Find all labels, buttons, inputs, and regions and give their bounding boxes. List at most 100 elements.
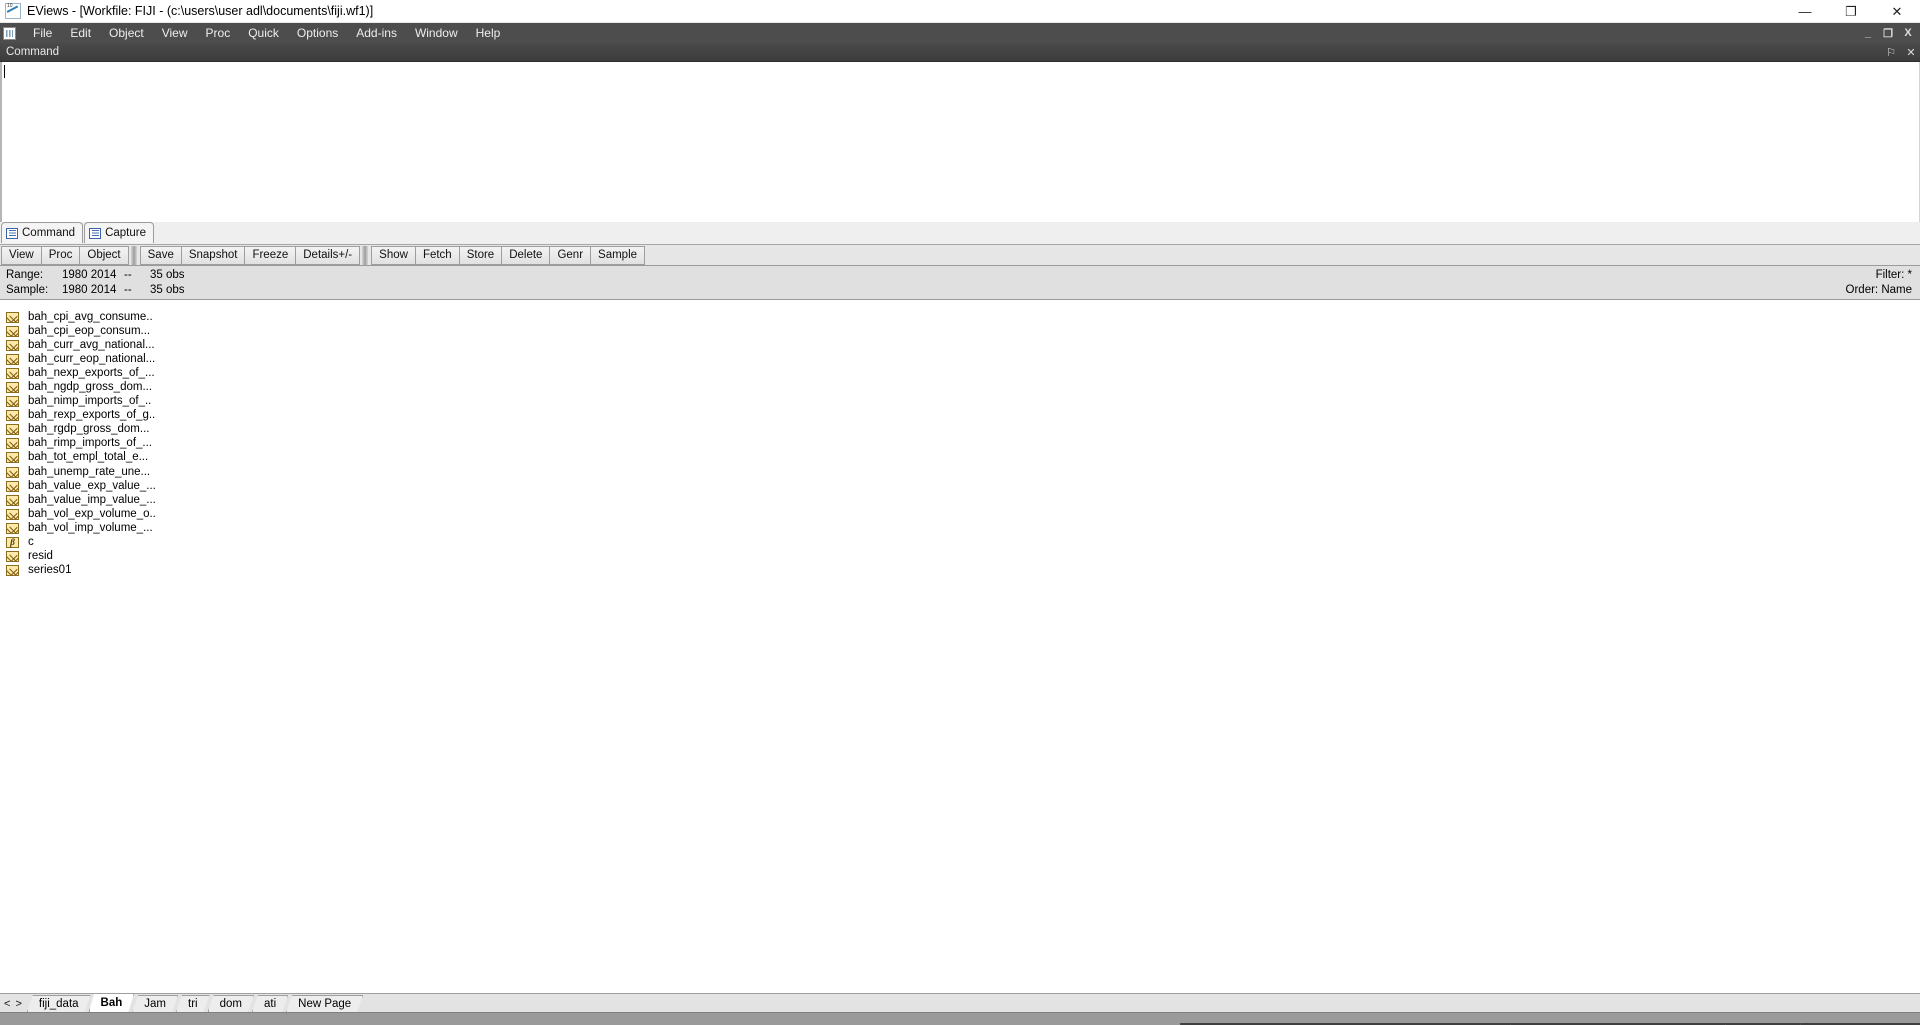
series-icon — [6, 438, 19, 450]
list-item[interactable]: bah_nexp_exports_of_... — [0, 366, 1920, 380]
close-icon[interactable]: ✕ — [1905, 46, 1917, 59]
range-dash: -- — [124, 269, 132, 281]
list-item[interactable]: βc — [0, 536, 1920, 550]
menu-item-view[interactable]: View — [153, 23, 197, 43]
list-item[interactable]: bah_value_imp_value_... — [0, 493, 1920, 507]
menu-item-proc[interactable]: Proc — [197, 23, 240, 43]
menu-item-help[interactable]: Help — [467, 23, 510, 43]
menu-item-edit[interactable]: Edit — [61, 23, 100, 43]
command-input-area[interactable] — [0, 62, 1920, 222]
series-icon — [6, 396, 19, 408]
mdi-restore-icon[interactable]: ❐ — [1878, 23, 1898, 43]
menu-item-file[interactable]: File — [24, 23, 61, 43]
minimize-icon[interactable]: — — [1782, 0, 1828, 23]
list-item[interactable]: bah_ngdp_gross_dom... — [0, 380, 1920, 394]
menubar: File Edit Object View Proc Quick Options… — [0, 23, 1920, 43]
series-icon — [6, 353, 19, 365]
page-tab-ati[interactable]: ati — [252, 995, 288, 1012]
workfile-grid-icon[interactable] — [3, 26, 16, 40]
series-icon — [6, 311, 19, 323]
series-icon — [6, 410, 19, 422]
order-label[interactable]: Order: Name — [1846, 283, 1912, 298]
window-titlebar: EViews - [Workfile: FIJI - (c:\users\use… — [0, 0, 1920, 23]
series-icon — [6, 452, 19, 464]
genr-button[interactable]: Genr — [549, 245, 592, 265]
page-tab-new-page[interactable]: New Page — [286, 995, 363, 1012]
list-item[interactable]: series01 — [0, 564, 1920, 578]
page-tab-bah[interactable]: Bah — [89, 993, 135, 1012]
object-name: bah_rgdp_gross_dom... — [28, 423, 150, 436]
filter-label[interactable]: Filter: * — [1846, 268, 1912, 283]
document-lines-icon — [6, 227, 18, 239]
series-icon — [6, 508, 19, 520]
series-icon — [6, 551, 19, 563]
store-button[interactable]: Store — [458, 245, 503, 265]
mdi-close-icon[interactable]: X — [1898, 23, 1918, 43]
menu-item-object[interactable]: Object — [100, 23, 153, 43]
maximize-icon[interactable]: ❐ — [1828, 0, 1874, 23]
object-name: bah_vol_exp_volume_o.. — [28, 507, 156, 520]
workfile-object-list[interactable]: bah_cpi_avg_consume.. bah_cpi_eop_consum… — [0, 306, 1920, 1000]
proc-button[interactable]: Proc — [40, 245, 81, 265]
toolbar-grip[interactable] — [130, 245, 137, 265]
tab-command[interactable]: Command — [1, 222, 84, 243]
snapshot-button[interactable]: Snapshot — [180, 245, 246, 265]
eviews-logo-icon — [5, 3, 21, 19]
list-item[interactable]: bah_curr_eop_national... — [0, 352, 1920, 366]
menu-item-quick[interactable]: Quick — [239, 23, 288, 43]
tab-scroll-arrows[interactable]: < > — [2, 998, 27, 1012]
mdi-minimize-icon[interactable]: _ — [1858, 23, 1878, 43]
series-icon — [6, 339, 19, 351]
show-button[interactable]: Show — [371, 245, 416, 265]
list-item[interactable]: bah_cpi_eop_consum... — [0, 324, 1920, 338]
list-item[interactable]: bah_value_exp_value_... — [0, 479, 1920, 493]
tab-capture[interactable]: Capture — [84, 222, 154, 243]
list-item[interactable]: bah_unemp_rate_une... — [0, 465, 1920, 479]
view-button[interactable]: View — [1, 245, 42, 265]
range-label: Range: — [6, 269, 44, 281]
status-bar — [0, 1012, 1920, 1025]
page-tab-fiji-data[interactable]: fiji_data — [27, 995, 91, 1012]
object-name: bah_rexp_exports_of_g.. — [28, 409, 156, 422]
mdi-window-controls: _ ❐ X — [1858, 23, 1918, 43]
list-item[interactable]: bah_nimp_imports_of_.. — [0, 395, 1920, 409]
page-tab-dom[interactable]: dom — [208, 995, 254, 1012]
fetch-button[interactable]: Fetch — [414, 245, 460, 265]
freeze-button[interactable]: Freeze — [244, 245, 297, 265]
list-item[interactable]: bah_cpi_avg_consume.. — [0, 310, 1920, 324]
toolbar-grip[interactable] — [362, 245, 369, 265]
list-item[interactable]: bah_rexp_exports_of_g.. — [0, 409, 1920, 423]
workfile-toolbar: View Proc Object Save Snapshot Freeze De… — [0, 245, 1920, 266]
delete-button[interactable]: Delete — [501, 245, 551, 265]
object-name: bah_vol_imp_volume_... — [28, 521, 153, 534]
pin-icon[interactable]: ⚐ — [1885, 46, 1897, 59]
window-controls: — ❐ ✕ — [1782, 0, 1920, 23]
close-icon[interactable]: ✕ — [1874, 0, 1920, 23]
menu-item-addins[interactable]: Add-ins — [347, 23, 406, 43]
sample-button[interactable]: Sample — [590, 245, 646, 265]
workfile-info-bar: Range: 1980 2014 -- 35 obs Sample: 1980 … — [0, 266, 1920, 300]
details-button[interactable]: Details+/- — [295, 245, 361, 265]
sample-dash: -- — [124, 284, 132, 296]
object-button[interactable]: Object — [79, 245, 129, 265]
menu-item-options[interactable]: Options — [288, 23, 347, 43]
list-item[interactable]: bah_tot_empl_total_e... — [0, 451, 1920, 465]
list-item[interactable]: bah_vol_imp_volume_... — [0, 521, 1920, 535]
list-item[interactable]: resid — [0, 550, 1920, 564]
save-button[interactable]: Save — [139, 245, 182, 265]
sample-row: Sample: 1980 2014 -- 35 obs — [0, 283, 1920, 298]
object-name: bah_value_imp_value_... — [28, 493, 156, 506]
page-tab-tri[interactable]: tri — [176, 995, 210, 1012]
object-name: bah_cpi_eop_consum... — [28, 324, 151, 337]
list-item[interactable]: bah_curr_avg_national... — [0, 338, 1920, 352]
list-item[interactable]: bah_vol_exp_volume_o.. — [0, 507, 1920, 521]
list-item[interactable]: bah_rgdp_gross_dom... — [0, 423, 1920, 437]
sample-years: 1980 2014 — [62, 284, 117, 296]
list-item[interactable]: bah_rimp_imports_of_... — [0, 437, 1920, 451]
range-obs: 35 obs — [150, 269, 185, 281]
menu-item-window[interactable]: Window — [406, 23, 467, 43]
object-name: series01 — [28, 564, 72, 577]
coefficient-icon: β — [6, 537, 19, 549]
object-name: bah_value_exp_value_... — [28, 479, 156, 492]
page-tab-jam[interactable]: Jam — [132, 995, 178, 1012]
